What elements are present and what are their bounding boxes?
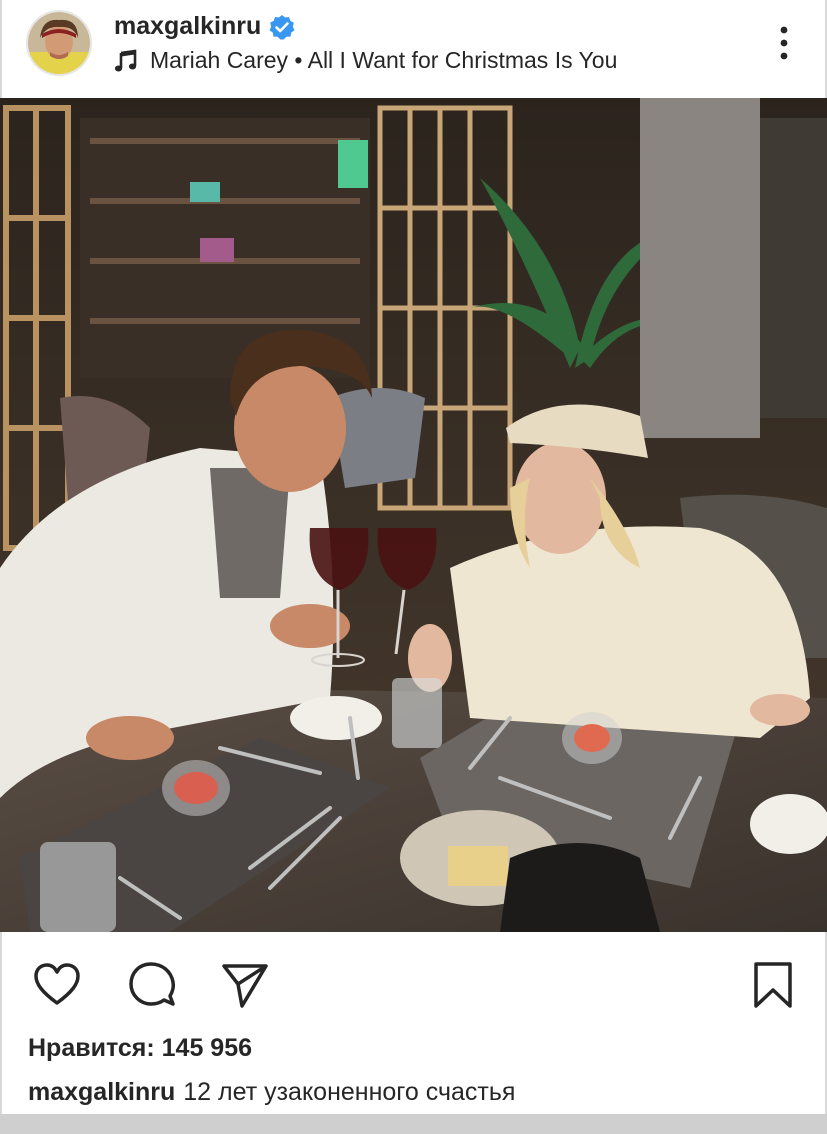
post-caption: maxgalkinru 12 лет узаконенного счастья [28,1078,515,1107]
heart-icon[interactable] [32,960,82,1010]
music-row[interactable]: Mariah Carey • All I Want for Christmas … [114,47,617,74]
more-options-icon[interactable] [772,24,796,64]
action-bar [0,950,827,1020]
username-text[interactable]: maxgalkinru [114,12,261,41]
post-header: maxgalkinru Mariah Carey • All I Want fo… [0,0,827,96]
post-username[interactable]: maxgalkinru [114,12,295,41]
likes-count[interactable]: Нравится: 145 956 [28,1034,252,1063]
music-track-label: Mariah Carey • All I Want for Christmas … [150,47,618,73]
bottom-divider [0,1114,827,1134]
send-icon[interactable] [220,960,270,1010]
comment-icon[interactable] [127,960,177,1010]
avatar[interactable] [26,10,92,76]
verified-badge-icon [269,14,295,39]
bookmark-icon[interactable] [748,960,798,1010]
restaurant-photo [0,98,827,932]
caption-text: 12 лет узаконенного счастья [183,1078,516,1106]
avatar-image [28,12,90,74]
music-note-icon [114,49,137,71]
caption-username[interactable]: maxgalkinru [28,1078,175,1106]
post-photo[interactable] [0,98,827,932]
